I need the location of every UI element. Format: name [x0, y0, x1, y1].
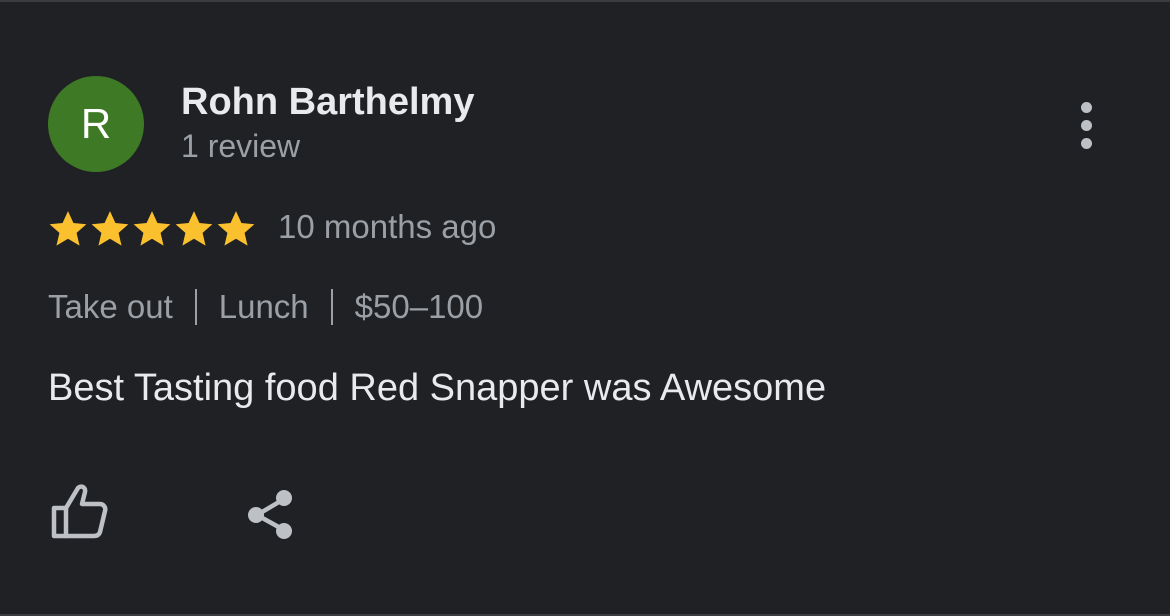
- author-review-count[interactable]: 1 review: [181, 128, 300, 164]
- star-icon: [91, 211, 129, 246]
- meta-service: Take out: [48, 288, 173, 325]
- more-options-button[interactable]: [1062, 94, 1110, 156]
- star-icon: [175, 211, 213, 246]
- review-meta: Take out Lunch $50–100: [48, 288, 484, 326]
- more-vert-icon-dot: [1080, 119, 1092, 131]
- more-vert-icon: [1080, 101, 1092, 113]
- meta-divider: [330, 289, 333, 326]
- author-name[interactable]: Rohn Barthelmy: [181, 81, 474, 124]
- star-rating: [47, 208, 257, 250]
- more-vert-icon-dot: [1080, 137, 1092, 149]
- star-icon: [49, 211, 87, 246]
- share-icon: [248, 490, 292, 539]
- thumb-up-icon: [51, 484, 108, 539]
- avatar[interactable]: R: [48, 76, 144, 172]
- meta-meal: Lunch: [218, 288, 309, 325]
- review-time: 10 months ago: [278, 208, 497, 245]
- avatar-initial: R: [80, 100, 112, 147]
- meta-divider: [194, 289, 197, 326]
- like-button[interactable]: [46, 480, 112, 542]
- review-card: R Rohn Barthelmy 1 review 10 months ago …: [0, 0, 1170, 616]
- meta-price: $50–100: [354, 288, 484, 325]
- share-button[interactable]: [240, 484, 300, 544]
- star-icon: [217, 211, 255, 246]
- review-text: Best Tasting food Red Snapper was Awesom…: [48, 367, 827, 409]
- star-icon: [133, 211, 171, 246]
